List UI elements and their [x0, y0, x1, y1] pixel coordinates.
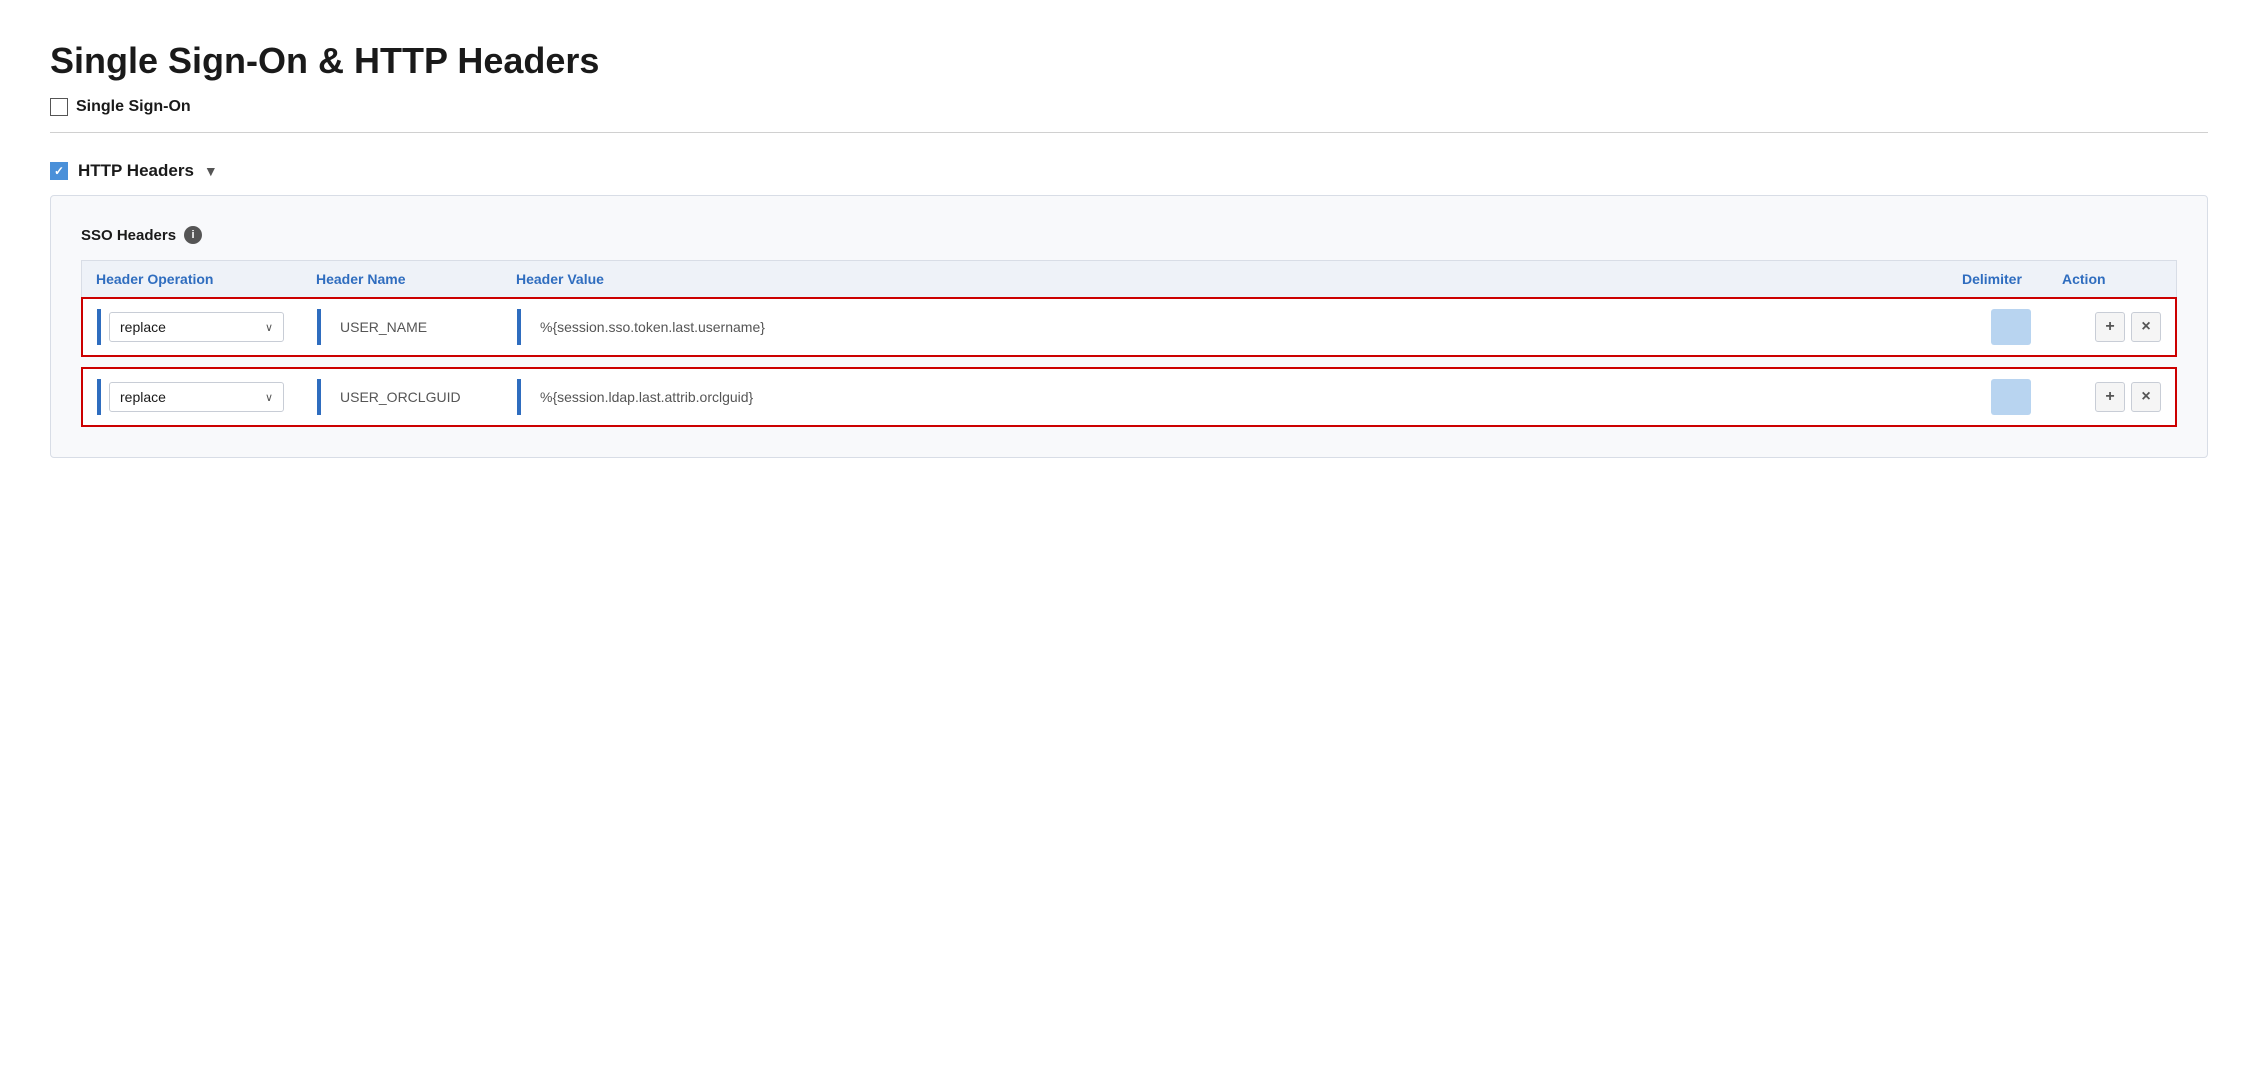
- action-cell-2: + ×: [2061, 382, 2161, 412]
- header-name-cell-1: USER_NAME: [317, 309, 517, 345]
- col-header-value: Header Value: [516, 271, 1962, 287]
- delimiter-input-2[interactable]: [1991, 379, 2031, 415]
- http-headers-section: HTTP Headers ▼ SSO Headers i Header Oper…: [50, 161, 2208, 458]
- http-headers-label-row: HTTP Headers ▼: [50, 161, 2208, 181]
- sso-checkbox[interactable]: [50, 98, 68, 116]
- sso-headers-table: Header Operation Header Name Header Valu…: [81, 260, 2177, 427]
- blue-bar-icon: [97, 379, 101, 415]
- sso-section: Single Sign-On: [50, 98, 2208, 116]
- table-row: replace ∨ USER_NAME %{session.sso.token.…: [81, 297, 2177, 357]
- header-name-cell-2: USER_ORCLGUID: [317, 379, 517, 415]
- operation-cell-1: replace ∨: [97, 309, 317, 345]
- header-value-input-2[interactable]: %{session.ldap.last.attrib.orclguid}: [529, 382, 1961, 412]
- section-divider: [50, 132, 2208, 133]
- delimiter-cell-1: [1961, 309, 2061, 345]
- select-chevron-icon: ∨: [265, 321, 273, 334]
- header-value-cell-1: %{session.sso.token.last.username}: [517, 309, 1961, 345]
- col-header-operation: Header Operation: [96, 271, 316, 287]
- http-headers-checkbox[interactable]: [50, 162, 68, 180]
- operation-select-value-1: replace: [120, 319, 166, 335]
- add-row-button-1[interactable]: +: [2095, 312, 2125, 342]
- add-row-button-2[interactable]: +: [2095, 382, 2125, 412]
- blue-bar-icon: [97, 309, 101, 345]
- page-title: Single Sign-On & HTTP Headers: [50, 40, 2208, 82]
- blue-bar-icon: [317, 309, 321, 345]
- action-cell-1: + ×: [2061, 312, 2161, 342]
- sso-headers-title-row: SSO Headers i: [81, 226, 2177, 244]
- col-header-delimiter: Delimiter: [1962, 271, 2062, 287]
- http-headers-label: HTTP Headers: [78, 161, 194, 181]
- table-header: Header Operation Header Name Header Valu…: [81, 260, 2177, 297]
- headers-container: SSO Headers i Header Operation Header Na…: [50, 195, 2208, 458]
- header-name-input-1[interactable]: USER_NAME: [329, 312, 517, 342]
- blue-bar-icon: [517, 379, 521, 415]
- operation-cell-2: replace ∨: [97, 379, 317, 415]
- blue-bar-icon: [517, 309, 521, 345]
- operation-select-value-2: replace: [120, 389, 166, 405]
- remove-row-button-1[interactable]: ×: [2131, 312, 2161, 342]
- info-icon[interactable]: i: [184, 226, 202, 244]
- col-header-action: Action: [2062, 271, 2162, 287]
- operation-select-1[interactable]: replace ∨: [109, 312, 284, 342]
- operation-select-2[interactable]: replace ∨: [109, 382, 284, 412]
- table-row: replace ∨ USER_ORCLGUID %{session.ldap.l…: [81, 367, 2177, 427]
- sso-headers-title: SSO Headers: [81, 227, 176, 244]
- sso-label: Single Sign-On: [76, 98, 191, 116]
- header-value-input-1[interactable]: %{session.sso.token.last.username}: [529, 312, 1961, 342]
- col-header-name: Header Name: [316, 271, 516, 287]
- header-name-input-2[interactable]: USER_ORCLGUID: [329, 382, 517, 412]
- select-chevron-icon: ∨: [265, 391, 273, 404]
- delimiter-input-1[interactable]: [1991, 309, 2031, 345]
- blue-bar-icon: [317, 379, 321, 415]
- chevron-down-icon[interactable]: ▼: [204, 163, 218, 179]
- remove-row-button-2[interactable]: ×: [2131, 382, 2161, 412]
- header-value-cell-2: %{session.ldap.last.attrib.orclguid}: [517, 379, 1961, 415]
- delimiter-cell-2: [1961, 379, 2061, 415]
